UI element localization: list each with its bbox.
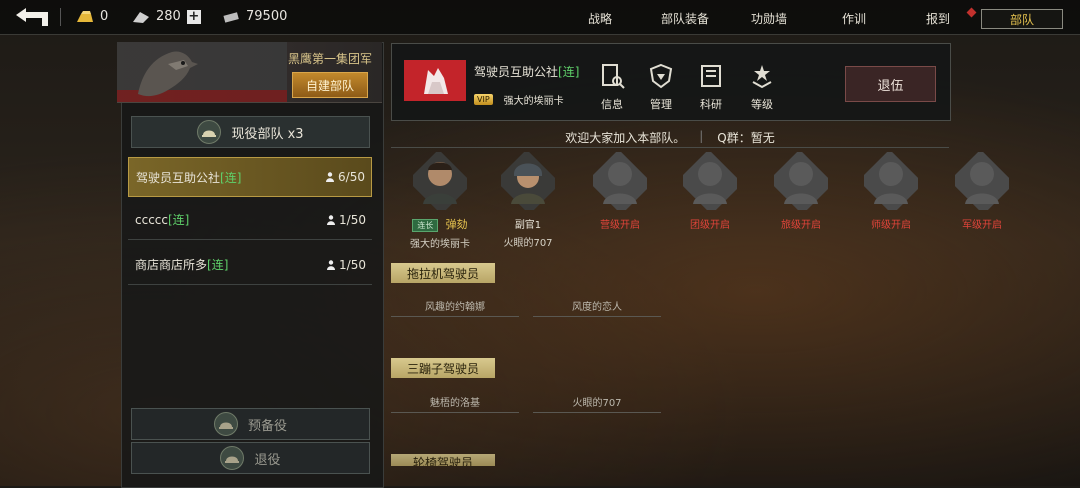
add-fuel-button[interactable]: + (186, 9, 201, 24)
steel-icon (223, 11, 239, 23)
unit-name: 商店商店所多[连] (135, 258, 229, 272)
roster-slot-locked: 营级开启 (584, 149, 656, 231)
divider: | (699, 129, 704, 143)
group-member[interactable]: 魅梧的洛基 (391, 394, 519, 413)
locked-silhouette-icon (858, 149, 924, 215)
unit-name: 驾驶员互助公社[连] (136, 170, 242, 185)
group-title: 三蹦子驾驶员 (391, 358, 495, 378)
gold-resource: 0 (76, 9, 108, 24)
roster-slot-locked: 旅级开启 (765, 149, 837, 231)
member-count: 6/50 (326, 170, 365, 184)
reserve-button[interactable]: 预备役 (131, 408, 370, 440)
person-icon (327, 259, 336, 270)
helmet-badge-icon (220, 446, 245, 470)
unlock-label: 营级开启 (600, 220, 640, 231)
soldier-portrait (495, 149, 561, 215)
back-arrow-icon[interactable] (14, 6, 50, 28)
retire-label: 退役 (254, 452, 281, 468)
unlock-label: 师级开启 (871, 220, 911, 231)
locked-silhouette-icon (768, 149, 834, 215)
wolf-emblem-icon (424, 68, 448, 94)
welcome-text: 欢迎大家加入本部队。 (565, 131, 686, 145)
unit-row[interactable]: 商店商店所多[连] 1/50 (128, 245, 372, 285)
qq-group: Q群：暂无 (717, 131, 775, 145)
roster-slot-locked: 师级开启 (855, 149, 927, 231)
self-build-button[interactable]: 自建部队 (292, 72, 368, 98)
active-units-label: 现役部队 x3 (231, 126, 304, 142)
leader-row: VIP 强大的埃丽卡 (474, 92, 564, 107)
reserve-label: 预备役 (247, 418, 287, 434)
soldier-portrait (407, 149, 473, 215)
menu-level-label: 等级 (751, 98, 773, 111)
group-member[interactable]: 风趣的约翰娜 (391, 298, 519, 317)
book-icon (701, 65, 721, 87)
menu-manage[interactable]: 管理 (641, 62, 681, 112)
active-units-button[interactable]: 现役部队 x3 (131, 116, 370, 148)
locked-silhouette-icon (587, 149, 653, 215)
roster-name: 火眼的707 (503, 238, 553, 249)
rank-star-icon (752, 65, 772, 89)
unlock-label: 军级开启 (962, 220, 1002, 231)
divider-line (391, 147, 949, 148)
fuel-resource: 280 + (132, 9, 201, 24)
gold-count: 0 (100, 9, 109, 24)
retire-button[interactable]: 退役 (131, 442, 370, 474)
document-search-icon (602, 64, 625, 89)
quit-button[interactable]: 退伍 (845, 66, 936, 102)
menu-info-label: 信息 (601, 98, 623, 111)
roster-slot-locked: 军级开启 (946, 149, 1018, 231)
group-member[interactable]: 火眼的707 (533, 394, 661, 413)
nav-unit-equipment[interactable]: 部队装备 (661, 10, 709, 27)
person-icon (326, 172, 335, 182)
menu-research-label: 科研 (700, 98, 722, 111)
fuel-icon (133, 11, 149, 23)
unit-row[interactable]: ccccc[连] 1/50 (128, 200, 372, 240)
eagle-emblem-icon (138, 51, 198, 97)
member-count: 1/50 (327, 258, 366, 272)
roster-slot-commander[interactable]: 连长 弹劾 强大的埃丽卡 (404, 149, 476, 250)
rank-tag: 连长 (412, 219, 439, 232)
group-title: 轮椅驾驶员 (391, 454, 495, 466)
divider (60, 8, 61, 26)
group-member[interactable]: 风度的恋人 (533, 298, 661, 317)
nav-unit-active[interactable]: 部队 (981, 9, 1063, 29)
roster-name: 强大的埃丽卡 (410, 239, 470, 250)
nav-merit-wall[interactable]: 功勋墙 (751, 10, 787, 27)
roster-slot-locked: 团级开启 (674, 149, 746, 231)
menu-level[interactable]: 等级 (742, 62, 782, 112)
helmet-badge-icon (213, 412, 238, 436)
steel-count: 79500 (246, 9, 288, 24)
unlock-label: 旅级开启 (781, 220, 821, 231)
roster-slot-adjutant[interactable]: 副官1 火眼的707 (492, 149, 564, 249)
nav-strategy[interactable]: 战略 (588, 10, 612, 27)
fuel-count: 280 (156, 9, 181, 24)
menu-research[interactable]: 科研 (691, 62, 731, 112)
person-icon (327, 214, 336, 225)
announcement: 欢迎大家加入本部队。 | Q群：暂无 (391, 129, 949, 146)
helmet-badge-icon (197, 120, 222, 144)
nav-report[interactable]: 报到 (926, 10, 950, 27)
unlock-label: 团级开启 (690, 220, 730, 231)
member-count: 1/50 (327, 213, 366, 227)
shield-icon (649, 63, 673, 89)
menu-manage-label: 管理 (650, 98, 672, 111)
menu-info[interactable]: 信息 (592, 62, 632, 112)
roster-title: 副官1 (514, 220, 542, 231)
leader-name: 强大的埃丽卡 (503, 96, 564, 107)
unit-name-title: 驾驶员互助公社[连] (474, 65, 580, 79)
impeach-link[interactable]: 弹劾 (446, 218, 468, 231)
gold-bar-icon (77, 10, 93, 22)
unit-row[interactable]: 驾驶员互助公社[连] 6/50 (128, 157, 372, 197)
nav-training[interactable]: 作训 (842, 10, 866, 27)
roster-title: 连长 弹劾 (404, 216, 476, 232)
group-name: 黑鹰第一集团军 (287, 52, 372, 66)
group-title: 拖拉机驾驶员 (391, 263, 495, 283)
steel-resource: 79500 (222, 9, 287, 24)
unit-flag (404, 60, 466, 101)
vip-badge: VIP (474, 94, 493, 105)
unit-name: ccccc[连] (135, 213, 190, 227)
locked-silhouette-icon (677, 149, 743, 215)
locked-silhouette-icon (949, 149, 1015, 215)
